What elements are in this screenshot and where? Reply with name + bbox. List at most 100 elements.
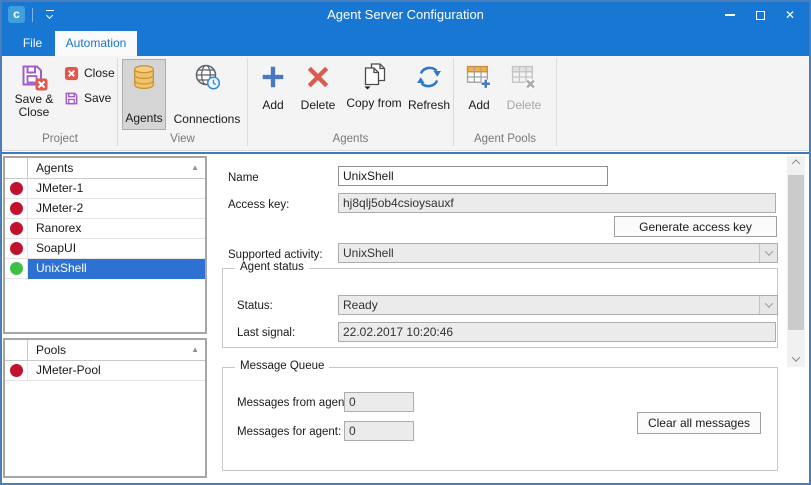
pools-header-label: Pools xyxy=(28,340,191,360)
agent-row[interactable]: SoapUI xyxy=(5,239,205,259)
status-value: Ready xyxy=(339,296,759,314)
window-controls: ✕ xyxy=(715,0,805,30)
delete-x-icon xyxy=(305,64,331,90)
globe-clock-icon xyxy=(193,63,221,91)
close-project-button[interactable]: Close xyxy=(64,63,115,83)
agent-row-selected[interactable]: UnixShell xyxy=(5,259,205,279)
add-plus-icon xyxy=(260,64,286,90)
supported-activity-value: UnixShell xyxy=(339,244,759,262)
generate-access-key-button[interactable]: Generate access key xyxy=(614,216,777,237)
table-add-icon xyxy=(466,64,492,90)
pools-list-header[interactable]: Pools ▲ xyxy=(5,340,205,361)
agent-row[interactable]: Ranorex xyxy=(5,219,205,239)
group-caption-view: View xyxy=(118,133,247,148)
title-bar: c Agent Server Configuration ✕ xyxy=(0,0,811,30)
save-and-close-button[interactable]: Save & Close xyxy=(8,59,60,130)
save-close-label: Save & Close xyxy=(15,93,54,119)
group-caption-agent-pools: Agent Pools xyxy=(454,133,556,148)
agent-refresh-label: Refresh xyxy=(408,98,450,112)
pools-list: Pools ▲ JMeter-Pool xyxy=(3,338,207,478)
group-caption-agents: Agents xyxy=(248,133,453,148)
agent-status-caption: Agent status xyxy=(235,261,309,273)
status-dot-red xyxy=(10,364,23,377)
details-scrollbar[interactable] xyxy=(787,156,805,367)
scrollbar-thumb[interactable] xyxy=(788,175,804,330)
chevron-up-icon xyxy=(792,159,800,167)
close-red-icon xyxy=(64,66,79,81)
save-close-icon xyxy=(20,63,48,91)
messages-for-agent-input xyxy=(344,421,414,441)
minimize-button[interactable] xyxy=(715,0,745,30)
status-label: Status: xyxy=(237,300,273,312)
ribbon-separator xyxy=(556,58,557,146)
tab-file[interactable]: File xyxy=(10,30,55,56)
agent-add-button[interactable]: Add xyxy=(252,64,294,112)
save-button[interactable]: Save xyxy=(64,88,111,108)
agent-name: Ranorex xyxy=(28,219,205,239)
clear-all-messages-button[interactable]: Clear all messages xyxy=(637,412,761,434)
pool-row[interactable]: JMeter-Pool xyxy=(5,361,205,381)
close-project-label: Close xyxy=(84,66,115,80)
maximize-button[interactable] xyxy=(745,0,775,30)
ribbon: Save & Close Close Save Project Agents xyxy=(0,56,811,151)
view-agents-label: Agents xyxy=(125,111,162,129)
pool-add-label: Add xyxy=(468,98,489,112)
name-input[interactable] xyxy=(338,166,608,186)
messages-from-agent-label: Messages from agent: xyxy=(237,397,351,409)
ribbon-accent-line xyxy=(0,152,811,154)
save-label: Save xyxy=(84,91,111,105)
minimize-icon xyxy=(725,14,735,16)
view-connections-button[interactable]: Connections xyxy=(168,59,246,130)
table-delete-icon-disabled xyxy=(511,64,537,90)
close-button[interactable]: ✕ xyxy=(775,0,805,30)
view-connections-label: Connections xyxy=(174,112,241,130)
agent-delete-label: Delete xyxy=(301,98,336,112)
view-agents-button[interactable]: Agents xyxy=(122,59,166,130)
supported-activity-dropdown: UnixShell xyxy=(338,243,778,263)
scroll-down-button[interactable] xyxy=(787,350,805,367)
sort-ascending-icon: ▲ xyxy=(191,340,199,360)
pool-delete-label: Delete xyxy=(507,98,542,112)
access-key-label: Access key: xyxy=(228,199,289,211)
scroll-up-button[interactable] xyxy=(787,156,805,173)
status-dot-red xyxy=(10,202,23,215)
pool-add-button[interactable]: Add xyxy=(458,64,500,112)
status-dot-red xyxy=(10,222,23,235)
agent-row[interactable]: JMeter-1 xyxy=(5,179,205,199)
status-column-header xyxy=(5,340,28,360)
database-icon xyxy=(131,64,157,91)
refresh-icon xyxy=(416,64,442,90)
agent-name: JMeter-1 xyxy=(28,179,205,199)
agents-header-label: Agents xyxy=(28,158,191,178)
pool-delete-button: Delete xyxy=(500,64,548,112)
tab-automation[interactable]: Automation xyxy=(55,31,137,56)
window-title: Agent Server Configuration xyxy=(0,0,811,30)
agent-add-label: Add xyxy=(262,98,283,112)
agent-row[interactable]: JMeter-2 xyxy=(5,199,205,219)
sort-ascending-icon: ▲ xyxy=(191,158,199,178)
pool-name: JMeter-Pool xyxy=(28,361,205,381)
agent-name: SoapUI xyxy=(28,239,205,259)
ribbon-tab-row: File Automation xyxy=(0,30,811,56)
chevron-down-icon xyxy=(792,353,800,361)
chevron-down-icon xyxy=(759,296,777,314)
agent-delete-button[interactable]: Delete xyxy=(294,64,342,112)
messages-for-agent-label: Messages for agent: xyxy=(237,426,341,438)
status-dot-red xyxy=(10,242,23,255)
agents-list: Agents ▲ JMeter-1 JMeter-2 Ranorex SoapU… xyxy=(3,156,207,334)
access-key-input xyxy=(338,193,776,213)
save-icon xyxy=(64,91,79,106)
status-dropdown: Ready xyxy=(338,295,778,315)
agent-copy-from-label: Copy from xyxy=(346,96,401,110)
agent-refresh-button[interactable]: Refresh xyxy=(406,64,452,112)
copy-documents-icon xyxy=(359,62,389,90)
name-label: Name xyxy=(228,172,259,184)
agent-copy-from-button[interactable]: Copy from xyxy=(342,62,406,110)
supported-activity-label: Supported activity: xyxy=(228,249,323,261)
last-signal-input xyxy=(338,322,776,342)
maximize-icon xyxy=(756,11,765,20)
last-signal-label: Last signal: xyxy=(237,327,295,339)
agents-list-header[interactable]: Agents ▲ xyxy=(5,158,205,179)
status-column-header xyxy=(5,158,28,178)
agent-name: UnixShell xyxy=(28,259,205,279)
